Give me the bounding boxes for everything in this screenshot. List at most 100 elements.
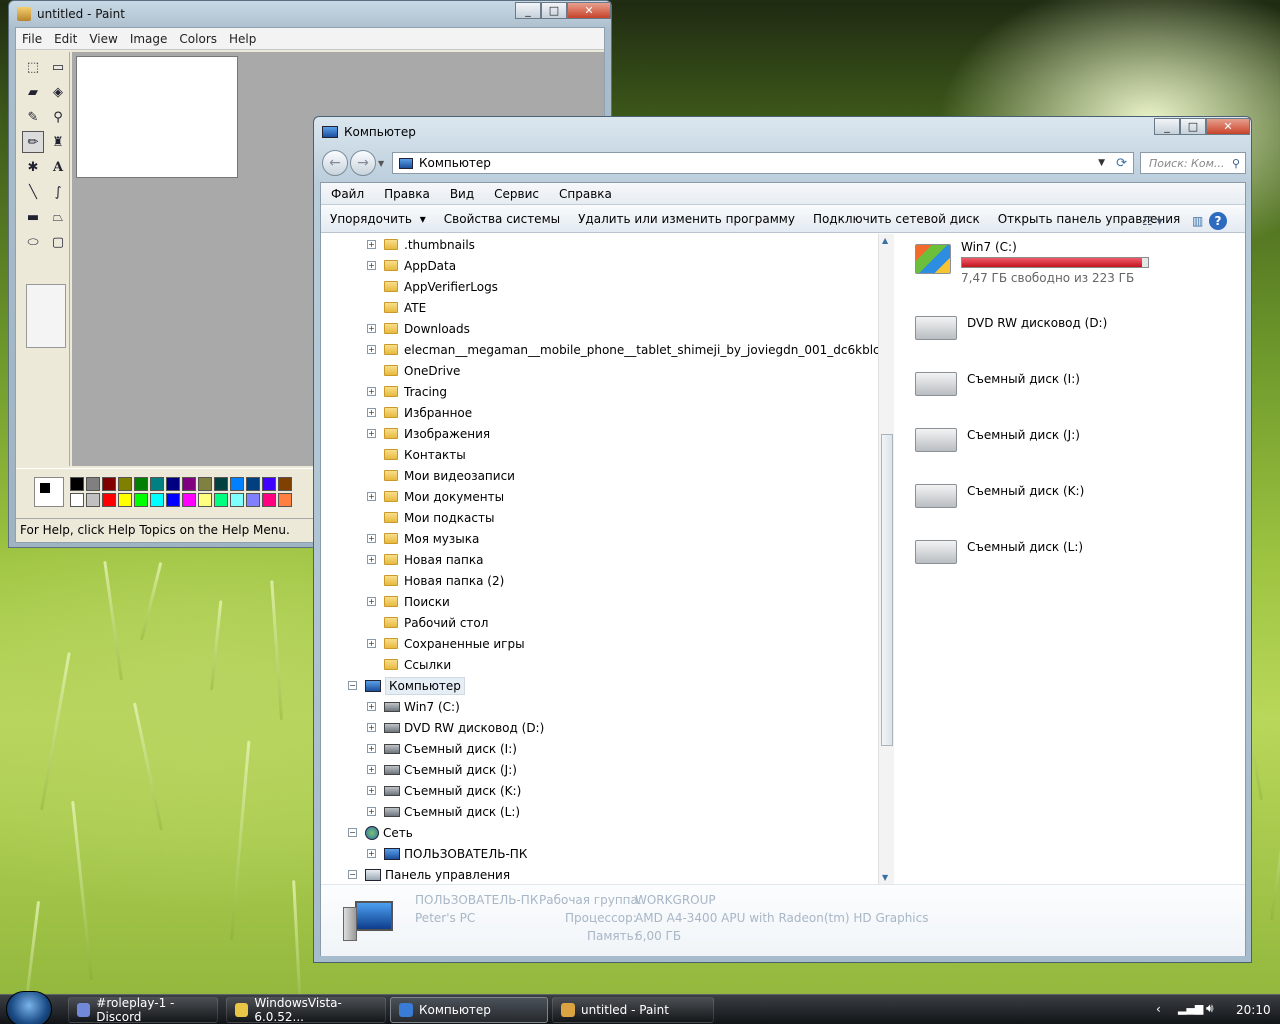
tree-scrollbar[interactable]: ▲ ▼ — [878, 234, 894, 884]
expand-icon[interactable]: + — [367, 555, 376, 564]
tree-item[interactable]: − Компьютер — [348, 675, 465, 696]
refresh-icon[interactable]: ⟳ — [1116, 156, 1127, 171]
tree-item[interactable]: + ПОЛЬЗОВАТЕЛЬ-ПК — [367, 843, 527, 864]
current-colors[interactable] — [34, 477, 64, 507]
tree-item[interactable]: + Съемный диск (K:) — [367, 780, 521, 801]
scroll-up-icon[interactable]: ▲ — [882, 236, 888, 245]
start-button[interactable] — [6, 991, 52, 1024]
close-button[interactable]: ✕ — [567, 2, 611, 19]
minimize-button[interactable]: _ — [1154, 118, 1180, 135]
palette-swatch[interactable] — [118, 477, 132, 491]
tree-item[interactable]: + Съемный диск (I:) — [367, 738, 517, 759]
tree-item[interactable]: − Сеть — [348, 822, 413, 843]
pencil-icon[interactable]: ✏ — [22, 131, 44, 153]
airbrush-icon[interactable]: ✱ — [22, 156, 44, 178]
expand-icon[interactable]: + — [367, 429, 376, 438]
palette-swatch[interactable] — [230, 477, 244, 491]
drive-item[interactable]: Съемный диск (K:) — [915, 478, 1084, 508]
tree-item[interactable]: Мои видеозаписи — [367, 465, 515, 486]
preview-pane-icon[interactable]: ▥ — [1183, 214, 1212, 228]
select-icon[interactable]: ▭ — [47, 56, 69, 78]
tree-item[interactable]: + Изображения — [367, 423, 490, 444]
explorer-menu-item[interactable]: Вид — [440, 187, 484, 201]
expand-icon[interactable]: + — [367, 408, 376, 417]
expand-icon[interactable]: + — [367, 387, 376, 396]
paint-titlebar[interactable]: untitled - Paint — [17, 7, 125, 21]
curve-icon[interactable]: ∫ — [47, 181, 69, 203]
palette-swatch[interactable] — [198, 477, 212, 491]
explorer-menu-item[interactable]: Правка — [374, 187, 440, 201]
network-icon[interactable]: ▂▄▆ — [1178, 1002, 1203, 1015]
palette-swatch[interactable] — [246, 477, 260, 491]
expand-icon[interactable]: + — [367, 744, 376, 753]
clock[interactable]: 20:10 — [1236, 1003, 1271, 1017]
command-button[interactable]: Удалить или изменить программу — [569, 212, 804, 226]
palette-swatch[interactable] — [166, 493, 180, 507]
command-button[interactable]: Упорядочить ▾ — [321, 212, 435, 226]
rectangle-icon[interactable]: ▬ — [22, 206, 44, 228]
search-icon[interactable]: ⚲ — [1232, 157, 1240, 170]
magnifier-icon[interactable]: ⚲ — [47, 106, 69, 128]
tree-item[interactable]: Мои подкасты — [367, 507, 494, 528]
address-dropdown-icon[interactable]: ▼ — [1098, 158, 1105, 168]
tree-item[interactable]: + AppData — [367, 255, 456, 276]
expand-icon[interactable]: + — [367, 723, 376, 732]
eraser-icon[interactable]: ▰ — [22, 81, 44, 103]
drive-item[interactable]: Съемный диск (L:) — [915, 534, 1083, 564]
palette-swatch[interactable] — [262, 493, 276, 507]
collapse-icon[interactable]: − — [348, 681, 357, 690]
palette-swatch[interactable] — [102, 477, 116, 491]
ellipse-icon[interactable]: ⬭ — [22, 231, 44, 253]
tree-item[interactable]: Ссылки — [367, 654, 451, 675]
tree-item[interactable]: + Поиски — [367, 591, 450, 612]
tree-item[interactable]: + Win7 (C:) — [367, 696, 460, 717]
explorer-titlebar[interactable]: Компьютер — [322, 125, 416, 139]
command-button[interactable]: Свойства системы — [435, 212, 569, 226]
tree-item[interactable]: + DVD RW дисковод (D:) — [367, 717, 544, 738]
palette-swatch[interactable] — [86, 477, 100, 491]
tree-item[interactable]: − Панель управления — [348, 864, 510, 884]
collapse-icon[interactable]: − — [348, 828, 357, 837]
palette-swatch[interactable] — [230, 493, 244, 507]
recent-pages-dropdown-icon[interactable]: ▼ — [378, 159, 384, 168]
tree-item[interactable]: + Съемный диск (J:) — [367, 759, 517, 780]
palette-swatch[interactable] — [86, 493, 100, 507]
tree-item[interactable]: AppVerifierLogs — [367, 276, 498, 297]
tree-item[interactable]: OneDrive — [367, 360, 460, 381]
tree-item[interactable]: + Downloads — [367, 318, 470, 339]
expand-icon[interactable]: + — [367, 240, 376, 249]
tree-item[interactable]: + elecman__megaman__mobile_phone__tablet_… — [367, 339, 880, 360]
tree-item[interactable]: + Съемный диск (L:) — [367, 801, 520, 822]
expand-icon[interactable]: + — [367, 534, 376, 543]
pick-color-icon[interactable]: ✎ — [22, 106, 44, 128]
expand-icon[interactable]: + — [367, 324, 376, 333]
text-icon[interactable]: A — [47, 156, 69, 178]
palette-swatch[interactable] — [182, 477, 196, 491]
palette-swatch[interactable] — [70, 493, 84, 507]
explorer-menu-item[interactable]: Справка — [549, 187, 622, 201]
palette-swatch[interactable] — [134, 493, 148, 507]
forward-button[interactable]: → — [350, 150, 376, 176]
tree-item[interactable]: + Сохраненные игры — [367, 633, 525, 654]
drive-item[interactable]: Win7 (C:) 7,47 ГБ свободно из 223 ГБ — [915, 240, 1149, 285]
paint-menu-item[interactable]: File — [16, 32, 48, 46]
tree-item[interactable]: + .thumbnails — [367, 234, 475, 255]
brush-icon[interactable]: ♜ — [47, 131, 69, 153]
expand-icon[interactable]: + — [367, 765, 376, 774]
search-input[interactable]: Поиск: Ком... ⚲ — [1140, 152, 1246, 174]
paint-menu-item[interactable]: Colors — [173, 32, 223, 46]
expand-icon[interactable]: + — [367, 849, 376, 858]
palette-swatch[interactable] — [214, 477, 228, 491]
free-form-select-icon[interactable]: ⬚ — [22, 56, 44, 78]
expand-icon[interactable]: + — [367, 639, 376, 648]
palette-swatch[interactable] — [150, 477, 164, 491]
paint-menu-item[interactable]: Help — [223, 32, 262, 46]
palette-swatch[interactable] — [246, 493, 260, 507]
palette-swatch[interactable] — [150, 493, 164, 507]
help-icon[interactable]: ? — [1209, 212, 1227, 230]
tree-item[interactable]: + Tracing — [367, 381, 447, 402]
expand-icon[interactable]: + — [367, 261, 376, 270]
tree-item[interactable]: Новая папка (2) — [367, 570, 504, 591]
taskbar-button[interactable]: #roleplay-1 - Discord — [68, 996, 218, 1024]
views-icon[interactable]: ☷ ▾ — [1133, 214, 1172, 228]
